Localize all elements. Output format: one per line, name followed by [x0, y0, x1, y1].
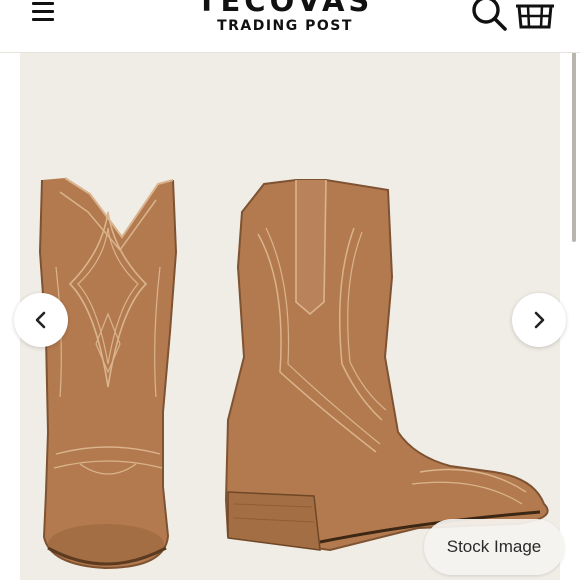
- hamburger-menu-icon[interactable]: [32, 2, 54, 22]
- next-image-button[interactable]: [512, 293, 566, 347]
- previous-image-button[interactable]: [14, 293, 68, 347]
- boot-side-view: [224, 179, 549, 552]
- cart-icon[interactable]: [514, 0, 556, 32]
- search-icon[interactable]: [470, 0, 508, 32]
- brand-subtitle: TRADING POST: [217, 18, 353, 34]
- product-image-gallery[interactable]: [20, 52, 560, 580]
- brand-logo[interactable]: TECOVAS TRADING POST: [185, 0, 385, 34]
- site-header: TECOVAS TRADING POST: [0, 0, 580, 53]
- stock-image-badge: Stock Image: [424, 519, 564, 575]
- chevron-right-icon: [534, 311, 545, 329]
- page-scrollbar[interactable]: [572, 52, 576, 242]
- product-image: [38, 177, 549, 570]
- brand-name: TECOVAS: [196, 0, 374, 18]
- chevron-left-icon: [35, 311, 46, 329]
- boot-front-view: [38, 177, 178, 570]
